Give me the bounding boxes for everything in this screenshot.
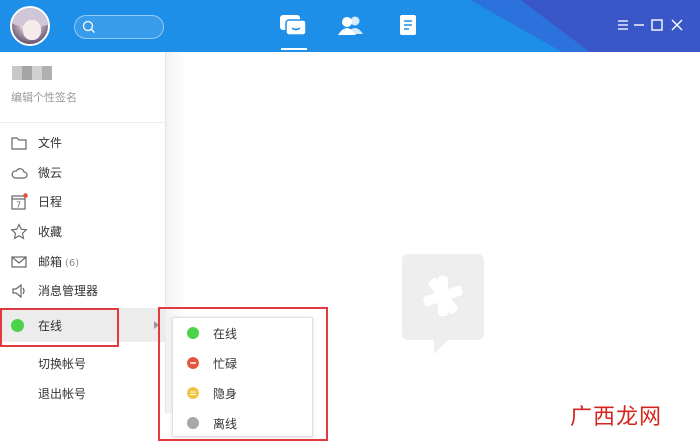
sidebar-item-label: 收藏 bbox=[38, 225, 63, 239]
search-icon bbox=[82, 20, 95, 33]
highlight-box-status-menu bbox=[158, 307, 328, 441]
highlight-box-status bbox=[0, 308, 119, 347]
sidebar-item-schedule[interactable]: 7 日程 bbox=[0, 187, 165, 216]
notes-icon[interactable] bbox=[398, 14, 420, 38]
watermark-text: 广西龙网 bbox=[570, 405, 663, 430]
sidebar-item-mail[interactable]: 邮箱 (6) bbox=[0, 247, 165, 276]
star-icon bbox=[10, 223, 28, 240]
maximize-icon[interactable] bbox=[650, 18, 664, 32]
switch-account-button[interactable]: 切换帐号 bbox=[38, 355, 86, 372]
sidebar-item-files[interactable]: 文件 bbox=[0, 128, 165, 157]
sidebar-item-label: 日程 bbox=[38, 195, 63, 209]
active-tab-indicator bbox=[281, 48, 307, 50]
logout-button[interactable]: 退出帐号 bbox=[38, 385, 86, 402]
calendar-icon: 7 bbox=[11, 193, 28, 210]
sidebar-item-label: 文件 bbox=[38, 136, 63, 150]
mail-label: 邮箱 bbox=[38, 255, 63, 269]
sidebar-item-weiyun[interactable]: 微云 bbox=[0, 158, 165, 187]
contacts-icon[interactable] bbox=[337, 14, 365, 36]
sidebar-item-label: 消息管理器 bbox=[38, 284, 99, 298]
sidebar: 编辑个性签名 文件 微云 7 日程 收藏 邮箱 (6) 消息管理器 在线 切换帐… bbox=[0, 52, 166, 413]
close-icon[interactable] bbox=[670, 18, 684, 32]
sidebar-item-message-manager[interactable]: 消息管理器 bbox=[0, 276, 165, 305]
empty-state-logo-icon bbox=[402, 254, 484, 354]
mail-icon bbox=[11, 256, 27, 268]
avatar[interactable] bbox=[10, 6, 50, 46]
folder-icon bbox=[11, 137, 27, 150]
title-bar bbox=[0, 0, 700, 52]
sidebar-item-favorites[interactable]: 收藏 bbox=[0, 217, 165, 246]
calendar-day: 7 bbox=[16, 201, 21, 210]
divider bbox=[0, 122, 165, 123]
search-input[interactable] bbox=[74, 15, 164, 39]
mail-count: (6) bbox=[65, 258, 80, 269]
minimize-icon[interactable] bbox=[632, 18, 646, 32]
speaker-icon bbox=[12, 283, 25, 299]
signature-text[interactable]: 编辑个性签名 bbox=[11, 89, 77, 105]
cloud-icon bbox=[11, 168, 28, 179]
sidebar-item-label: 微云 bbox=[38, 166, 63, 180]
menu-icon[interactable] bbox=[616, 18, 630, 32]
chat-icon[interactable] bbox=[279, 14, 307, 38]
sidebar-item-label: 邮箱 (6) bbox=[38, 253, 79, 270]
username-blurred bbox=[12, 66, 52, 80]
